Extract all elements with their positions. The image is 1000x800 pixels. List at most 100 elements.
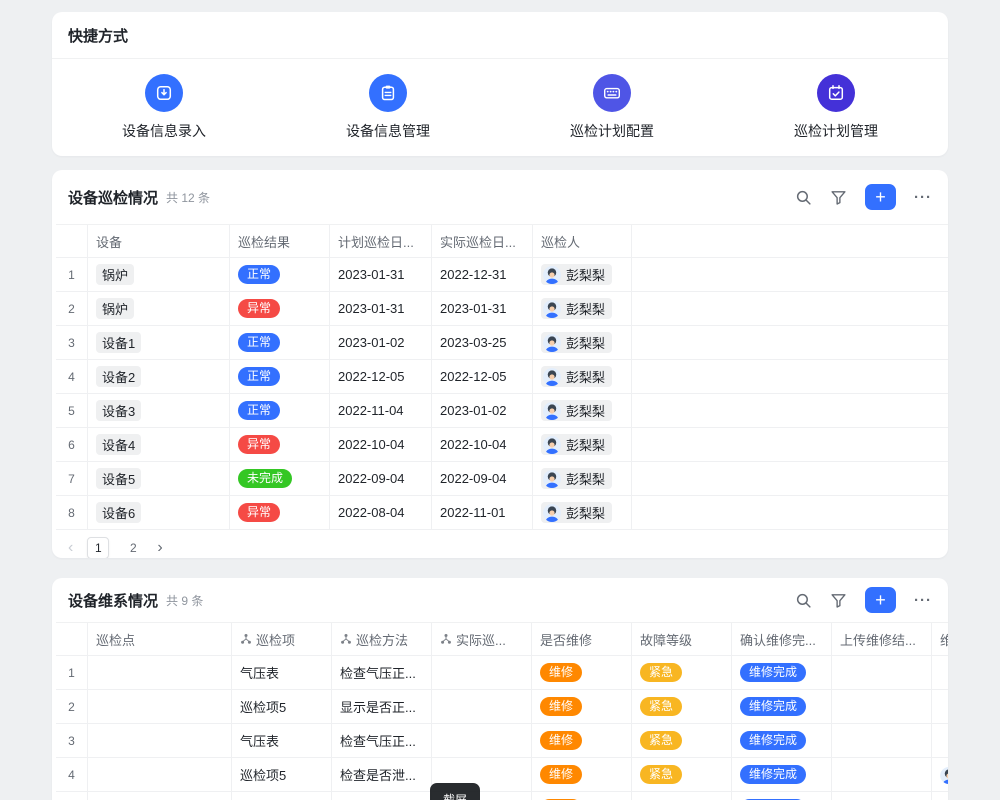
cell-actual-date[interactable]: 2023-01-02 bbox=[432, 394, 533, 427]
cell-result[interactable]: 未完成 bbox=[230, 462, 330, 495]
cell-inspector[interactable]: 彭梨梨 bbox=[533, 496, 632, 529]
search-icon[interactable] bbox=[795, 592, 812, 609]
cell-repair[interactable]: 维修 bbox=[532, 656, 632, 689]
cell-inspection-item[interactable]: 巡检项5 bbox=[232, 792, 332, 800]
cell-inspection-point[interactable] bbox=[88, 792, 232, 800]
cell-inspection-item[interactable]: 气压表 bbox=[232, 656, 332, 689]
header-actual-date[interactable]: 实际巡检日... bbox=[432, 225, 533, 257]
cell-actual-date[interactable]: 2023-03-25 bbox=[432, 326, 533, 359]
cell-inspector[interactable]: 彭梨梨 bbox=[533, 292, 632, 325]
cell-result[interactable]: 异常 bbox=[230, 292, 330, 325]
cell-device[interactable]: 设备4 bbox=[88, 428, 230, 461]
cell-upload-result[interactable] bbox=[832, 758, 932, 791]
header-upload-result[interactable]: 上传维修结... bbox=[832, 623, 932, 655]
cell-inspection-method[interactable]: 显示是否正... bbox=[332, 690, 432, 723]
cell-inspection-item[interactable]: 气压表 bbox=[232, 724, 332, 757]
cell-inspector[interactable]: 彭梨梨 bbox=[533, 326, 632, 359]
cell-extra[interactable] bbox=[932, 724, 948, 757]
cell-plan-date[interactable]: 2022-08-04 bbox=[330, 496, 432, 529]
cell-upload-result[interactable] bbox=[832, 792, 932, 800]
add-record-button[interactable]: + bbox=[865, 587, 896, 613]
header-inspector[interactable]: 巡检人 bbox=[533, 225, 632, 257]
cell-inspection-point[interactable] bbox=[88, 690, 232, 723]
cell-device[interactable]: 设备5 bbox=[88, 462, 230, 495]
cell-inspection-method[interactable]: 检查气压正... bbox=[332, 724, 432, 757]
cell-actual-date[interactable]: 2022-12-31 bbox=[432, 258, 533, 291]
cell-fault-level[interactable]: 紧急 bbox=[632, 690, 732, 723]
cell-inspector[interactable]: 彭梨梨 bbox=[533, 258, 632, 291]
cell-inspector[interactable]: 彭梨梨 bbox=[533, 462, 632, 495]
cell-inspection-point[interactable] bbox=[88, 656, 232, 689]
filter-icon[interactable] bbox=[830, 592, 847, 609]
cell-device[interactable]: 锅炉 bbox=[88, 258, 230, 291]
cell-repair[interactable]: 维修 bbox=[532, 724, 632, 757]
cell-actual-date[interactable]: 2022-11-01 bbox=[432, 496, 533, 529]
search-icon[interactable] bbox=[795, 189, 812, 206]
page-button-1[interactable]: 1 bbox=[87, 537, 109, 558]
cell-plan-date[interactable]: 2023-01-02 bbox=[330, 326, 432, 359]
cell-extra[interactable] bbox=[932, 656, 948, 689]
cell-confirm-repair[interactable]: 维修完成 bbox=[732, 690, 832, 723]
cell-inspection-method[interactable]: 检查是否泄... bbox=[332, 758, 432, 791]
prev-page-icon[interactable]: ‹ bbox=[68, 540, 73, 556]
header-confirm-repair[interactable]: 确认维修完... bbox=[732, 623, 832, 655]
cell-result[interactable]: 异常 bbox=[230, 496, 330, 529]
header-device[interactable]: 设备 bbox=[88, 225, 230, 257]
cell-plan-date[interactable]: 2022-12-05 bbox=[330, 360, 432, 393]
cell-repair[interactable]: 维修 bbox=[532, 792, 632, 800]
header-actual[interactable]: 实际巡... bbox=[432, 623, 532, 655]
cell-plan-date[interactable]: 2023-01-31 bbox=[330, 258, 432, 291]
cell-device[interactable]: 设备3 bbox=[88, 394, 230, 427]
cell-actual-date[interactable]: 2022-09-04 bbox=[432, 462, 533, 495]
cell-upload-result[interactable] bbox=[832, 724, 932, 757]
cell-result[interactable]: 正常 bbox=[230, 394, 330, 427]
cell-fault-level[interactable]: 紧急 bbox=[632, 656, 732, 689]
cell-confirm-repair[interactable]: 维修完成 bbox=[732, 758, 832, 791]
cell-repair[interactable]: 维修 bbox=[532, 690, 632, 723]
cell-inspection-point[interactable] bbox=[88, 724, 232, 757]
cell-plan-date[interactable]: 2022-09-04 bbox=[330, 462, 432, 495]
cell-inspection-item[interactable]: 巡检项5 bbox=[232, 690, 332, 723]
header-inspection-method[interactable]: 巡检方法 bbox=[332, 623, 432, 655]
cell-inspection-item[interactable]: 巡检项5 bbox=[232, 758, 332, 791]
add-record-button[interactable]: + bbox=[865, 184, 896, 210]
cell-actual-date[interactable]: 2023-01-31 bbox=[432, 292, 533, 325]
cell-fault-level[interactable]: 紧急 bbox=[632, 758, 732, 791]
shortcut-device-info-entry[interactable]: 设备信息录入 bbox=[52, 74, 276, 141]
header-plan-date[interactable]: 计划巡检日... bbox=[330, 225, 432, 257]
cell-actual-date[interactable]: 2022-10-04 bbox=[432, 428, 533, 461]
shortcut-device-info-manage[interactable]: 设备信息管理 bbox=[276, 74, 500, 141]
cell-device[interactable]: 设备2 bbox=[88, 360, 230, 393]
cell-confirm-repair[interactable]: 维修完成 bbox=[732, 792, 832, 800]
next-page-icon[interactable]: › bbox=[157, 540, 162, 556]
cell-plan-date[interactable]: 2022-11-04 bbox=[330, 394, 432, 427]
cell-inspector[interactable]: 彭梨梨 bbox=[533, 360, 632, 393]
cell-device[interactable]: 锅炉 bbox=[88, 292, 230, 325]
header-result[interactable]: 巡检结果 bbox=[230, 225, 330, 257]
shortcut-inspection-plan-config[interactable]: 巡检计划配置 bbox=[500, 74, 724, 141]
cell-inspector[interactable]: 彭梨梨 bbox=[533, 394, 632, 427]
cell-fault-level[interactable]: 紧急 bbox=[632, 724, 732, 757]
cell-plan-date[interactable]: 2022-10-04 bbox=[330, 428, 432, 461]
header-repair[interactable]: 是否维修 bbox=[532, 623, 632, 655]
shortcut-inspection-plan-manage[interactable]: 巡检计划管理 bbox=[724, 74, 948, 141]
cell-inspection-method[interactable]: 检查气压正... bbox=[332, 656, 432, 689]
cell-device[interactable]: 设备6 bbox=[88, 496, 230, 529]
more-icon[interactable]: ··· bbox=[914, 593, 932, 608]
cell-inspection-method[interactable]: 显示是否正... bbox=[332, 792, 432, 800]
cell-actual-date[interactable]: 2022-12-05 bbox=[432, 360, 533, 393]
header-extra[interactable]: 维... bbox=[932, 623, 948, 655]
cell-actual[interactable] bbox=[432, 656, 532, 689]
filter-icon[interactable] bbox=[830, 189, 847, 206]
cell-confirm-repair[interactable]: 维修完成 bbox=[732, 656, 832, 689]
cell-inspection-point[interactable] bbox=[88, 758, 232, 791]
cell-repair[interactable]: 维修 bbox=[532, 758, 632, 791]
cell-extra[interactable] bbox=[932, 690, 948, 723]
header-inspection-point[interactable]: 巡检点 bbox=[88, 623, 232, 655]
cell-result[interactable]: 正常 bbox=[230, 258, 330, 291]
cell-extra[interactable] bbox=[932, 792, 948, 800]
more-icon[interactable]: ··· bbox=[914, 190, 932, 205]
page-button-2[interactable]: 2 bbox=[123, 541, 143, 555]
header-fault-level[interactable]: 故障等级 bbox=[632, 623, 732, 655]
cell-fault-level[interactable] bbox=[632, 792, 732, 800]
